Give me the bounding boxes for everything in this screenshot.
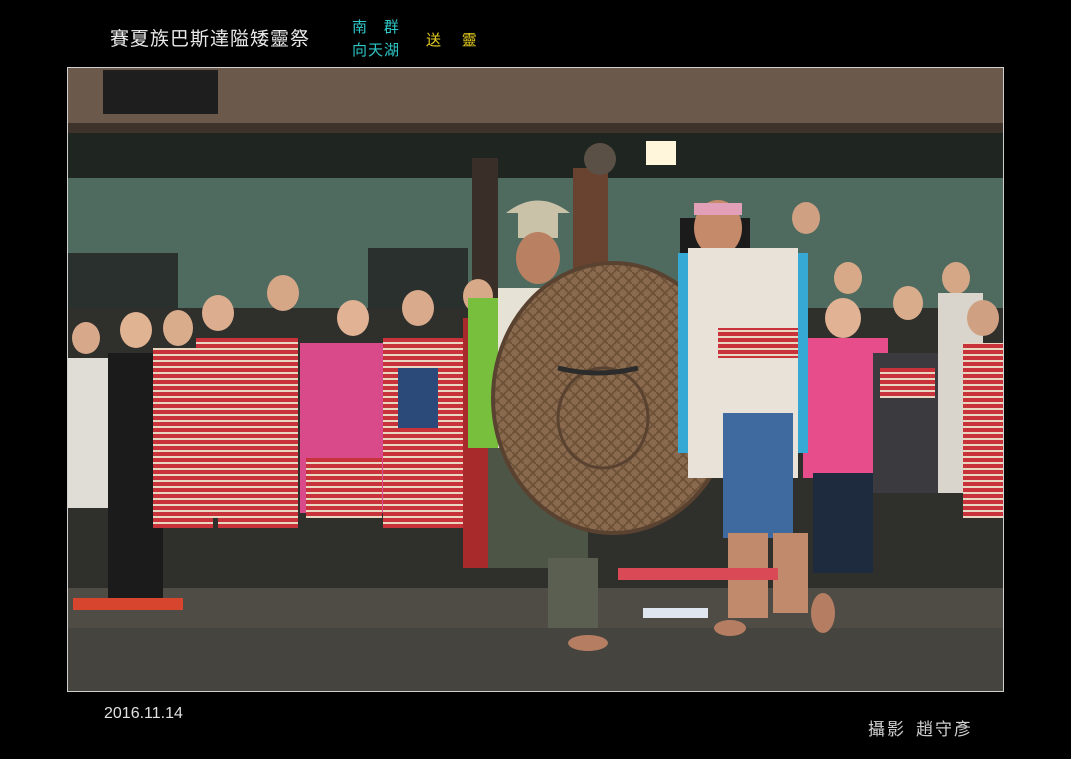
event-label: 送 靈 xyxy=(426,31,485,49)
photo-date: 2016.11.14 xyxy=(104,705,183,722)
festival-photo xyxy=(67,67,1004,692)
lamp-icon xyxy=(646,141,676,165)
credit-label: 攝影 xyxy=(868,720,906,740)
group-label: 南 群 xyxy=(352,18,405,36)
photographer-name: 趙守彥 xyxy=(916,720,973,740)
paper-debris xyxy=(643,608,708,618)
jeans xyxy=(723,413,793,538)
photo-credit: 攝影 趙守彥 xyxy=(868,715,983,740)
village-label: 向天湖 xyxy=(352,41,401,59)
photo-illustration xyxy=(68,68,1003,691)
page-title: 賽夏族巴斯達隘矮靈祭 xyxy=(110,28,311,50)
speaker-box xyxy=(103,70,218,114)
